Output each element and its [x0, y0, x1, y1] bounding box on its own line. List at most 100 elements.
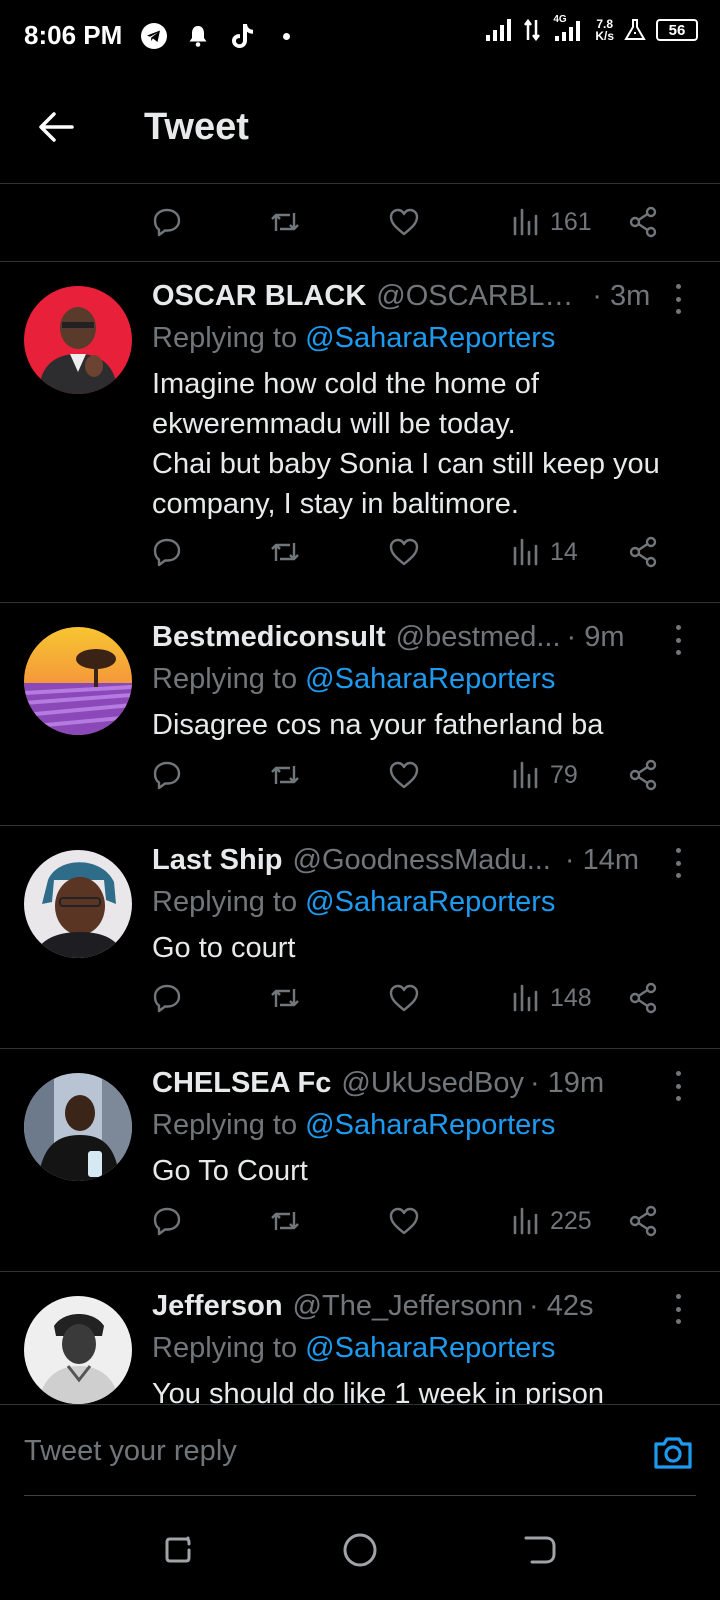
speed-readout: 7.8 K/s — [595, 17, 614, 43]
replying-to-link[interactable]: @SaharaReporters — [305, 322, 555, 354]
avatar[interactable] — [24, 1296, 132, 1404]
views-count: 14 — [550, 537, 578, 566]
reply-icon — [153, 984, 181, 1013]
tweet-card[interactable]: CHELSEA Fc @UkUsedBoy · 19m Replying to … — [0, 1049, 720, 1272]
bar-chart-icon — [513, 761, 538, 789]
action-bar: 14 — [150, 532, 680, 572]
retweet-button[interactable] — [268, 202, 302, 242]
retweet-button[interactable] — [268, 532, 302, 572]
app-header: Tweet — [0, 72, 720, 184]
share-button[interactable] — [626, 978, 660, 1018]
avatar[interactable] — [24, 286, 132, 394]
like-button[interactable] — [387, 978, 421, 1018]
share-button[interactable] — [626, 1201, 660, 1241]
tiktok-icon — [228, 22, 256, 50]
views-count: 161 — [550, 207, 592, 236]
reply-icon — [153, 761, 181, 790]
camera-icon[interactable] — [652, 1435, 694, 1471]
tweet-text: You should do like 1 week in prison — [152, 1378, 604, 1404]
tweet-header: Bestmediconsult @bestmed... · 9m — [152, 621, 652, 654]
author-name[interactable]: CHELSEA Fc — [152, 1067, 331, 1100]
more-options-icon[interactable] — [676, 1294, 684, 1324]
replying-to-link[interactable]: @SaharaReporters — [305, 886, 555, 918]
tweet-card[interactable]: Jefferson @The_Jeffersonn · 42s Replying… — [0, 1272, 720, 1404]
tweet-header: Last Ship @GoodnessMadu... · 14m — [152, 844, 652, 877]
retweet-button[interactable] — [268, 1201, 302, 1241]
status-time: 8:06 PM — [24, 20, 123, 50]
heart-icon — [389, 538, 419, 566]
page-title: Tweet — [144, 106, 249, 148]
heart-icon — [389, 984, 419, 1012]
recent-apps-icon[interactable] — [160, 1532, 196, 1568]
more-options-icon[interactable] — [676, 1071, 684, 1101]
author-name[interactable]: Last Ship — [152, 844, 283, 877]
reply-button[interactable] — [150, 755, 184, 795]
reply-icon — [153, 1207, 181, 1236]
action-bar: 225 — [150, 1201, 680, 1241]
like-button[interactable] — [387, 532, 421, 572]
author-name[interactable]: Jefferson — [152, 1290, 283, 1323]
signal-4g-icon: 4G — [551, 14, 585, 42]
share-button[interactable] — [626, 755, 660, 795]
author-handle[interactable]: @bestmed... — [396, 621, 561, 654]
arrow-left-icon[interactable] — [36, 107, 76, 147]
home-icon[interactable] — [342, 1532, 378, 1568]
tweet-card[interactable]: Last Ship @GoodnessMadu... · 14m Replyin… — [0, 826, 720, 1049]
avatar[interactable] — [24, 627, 132, 735]
replying-to-link[interactable]: @SaharaReporters — [305, 663, 555, 695]
tweet-card[interactable]: OSCAR BLACK @OSCARBLA... · 3m Replying t… — [0, 262, 720, 603]
share-button[interactable] — [626, 202, 660, 242]
status-bar: 8:06 PM 4G 7.8 K/s 56 — [0, 0, 720, 72]
views-button[interactable]: 148 — [510, 978, 592, 1018]
replying-to: Replying to @SaharaReporters — [152, 886, 556, 918]
author-handle[interactable]: @UkUsedBoy — [341, 1067, 524, 1100]
back-nav-icon[interactable] — [522, 1532, 558, 1568]
more-options-icon[interactable] — [676, 848, 684, 878]
replying-to: Replying to @SaharaReporters — [152, 1332, 556, 1364]
status-system-icons: 4G 7.8 K/s 56 — [485, 14, 698, 43]
more-options-icon[interactable] — [676, 625, 684, 655]
like-button[interactable] — [387, 755, 421, 795]
like-button[interactable] — [387, 1201, 421, 1241]
retweet-icon — [271, 989, 299, 1007]
reply-button[interactable] — [150, 202, 184, 242]
reply-button[interactable] — [150, 532, 184, 572]
tweet-card[interactable]: Bestmediconsult @bestmed... · 9m Replyin… — [0, 603, 720, 826]
reply-input[interactable]: Tweet your reply — [24, 1435, 237, 1468]
views-button[interactable]: 79 — [510, 755, 578, 795]
action-bar: 148 — [150, 978, 680, 1018]
replying-to-link[interactable]: @SaharaReporters — [305, 1332, 555, 1364]
tweet-text: Imagine how cold the home of ekweremmadu… — [152, 368, 660, 520]
reply-button[interactable] — [150, 978, 184, 1018]
tweet-text: Disagree cos na your fatherland ba — [152, 709, 604, 741]
author-handle[interactable]: @The_Jeffersonn — [293, 1290, 523, 1323]
avatar[interactable] — [24, 1073, 132, 1181]
status-notification-icons — [140, 22, 300, 50]
replying-to-link[interactable]: @SaharaReporters — [305, 1109, 555, 1141]
retweet-icon — [271, 1212, 299, 1230]
retweet-button[interactable] — [268, 755, 302, 795]
views-button[interactable]: 161 — [510, 202, 592, 242]
reply-button[interactable] — [150, 1201, 184, 1241]
share-icon — [629, 536, 657, 568]
more-options-icon[interactable] — [676, 284, 684, 314]
tweet-time: · 9m — [566, 621, 625, 653]
retweet-icon — [271, 766, 299, 784]
views-count: 225 — [550, 1206, 592, 1235]
author-handle[interactable]: @OSCARBLA... — [376, 280, 586, 313]
author-name[interactable]: Bestmediconsult — [152, 621, 386, 654]
parent-tweet-actions: 161 — [0, 184, 720, 262]
tweet-text: Go to court — [152, 932, 296, 964]
replying-to: Replying to @SaharaReporters — [152, 322, 556, 354]
author-name[interactable]: OSCAR BLACK — [152, 280, 366, 313]
retweet-button[interactable] — [268, 978, 302, 1018]
author-handle[interactable]: @GoodnessMadu... — [293, 844, 551, 877]
share-button[interactable] — [626, 532, 660, 572]
views-count: 148 — [550, 983, 592, 1012]
avatar[interactable] — [24, 850, 132, 958]
replying-to: Replying to @SaharaReporters — [152, 663, 556, 695]
views-button[interactable]: 14 — [510, 532, 578, 572]
views-button[interactable]: 225 — [510, 1201, 592, 1241]
like-button[interactable] — [387, 202, 421, 242]
action-bar: 79 — [150, 755, 680, 795]
